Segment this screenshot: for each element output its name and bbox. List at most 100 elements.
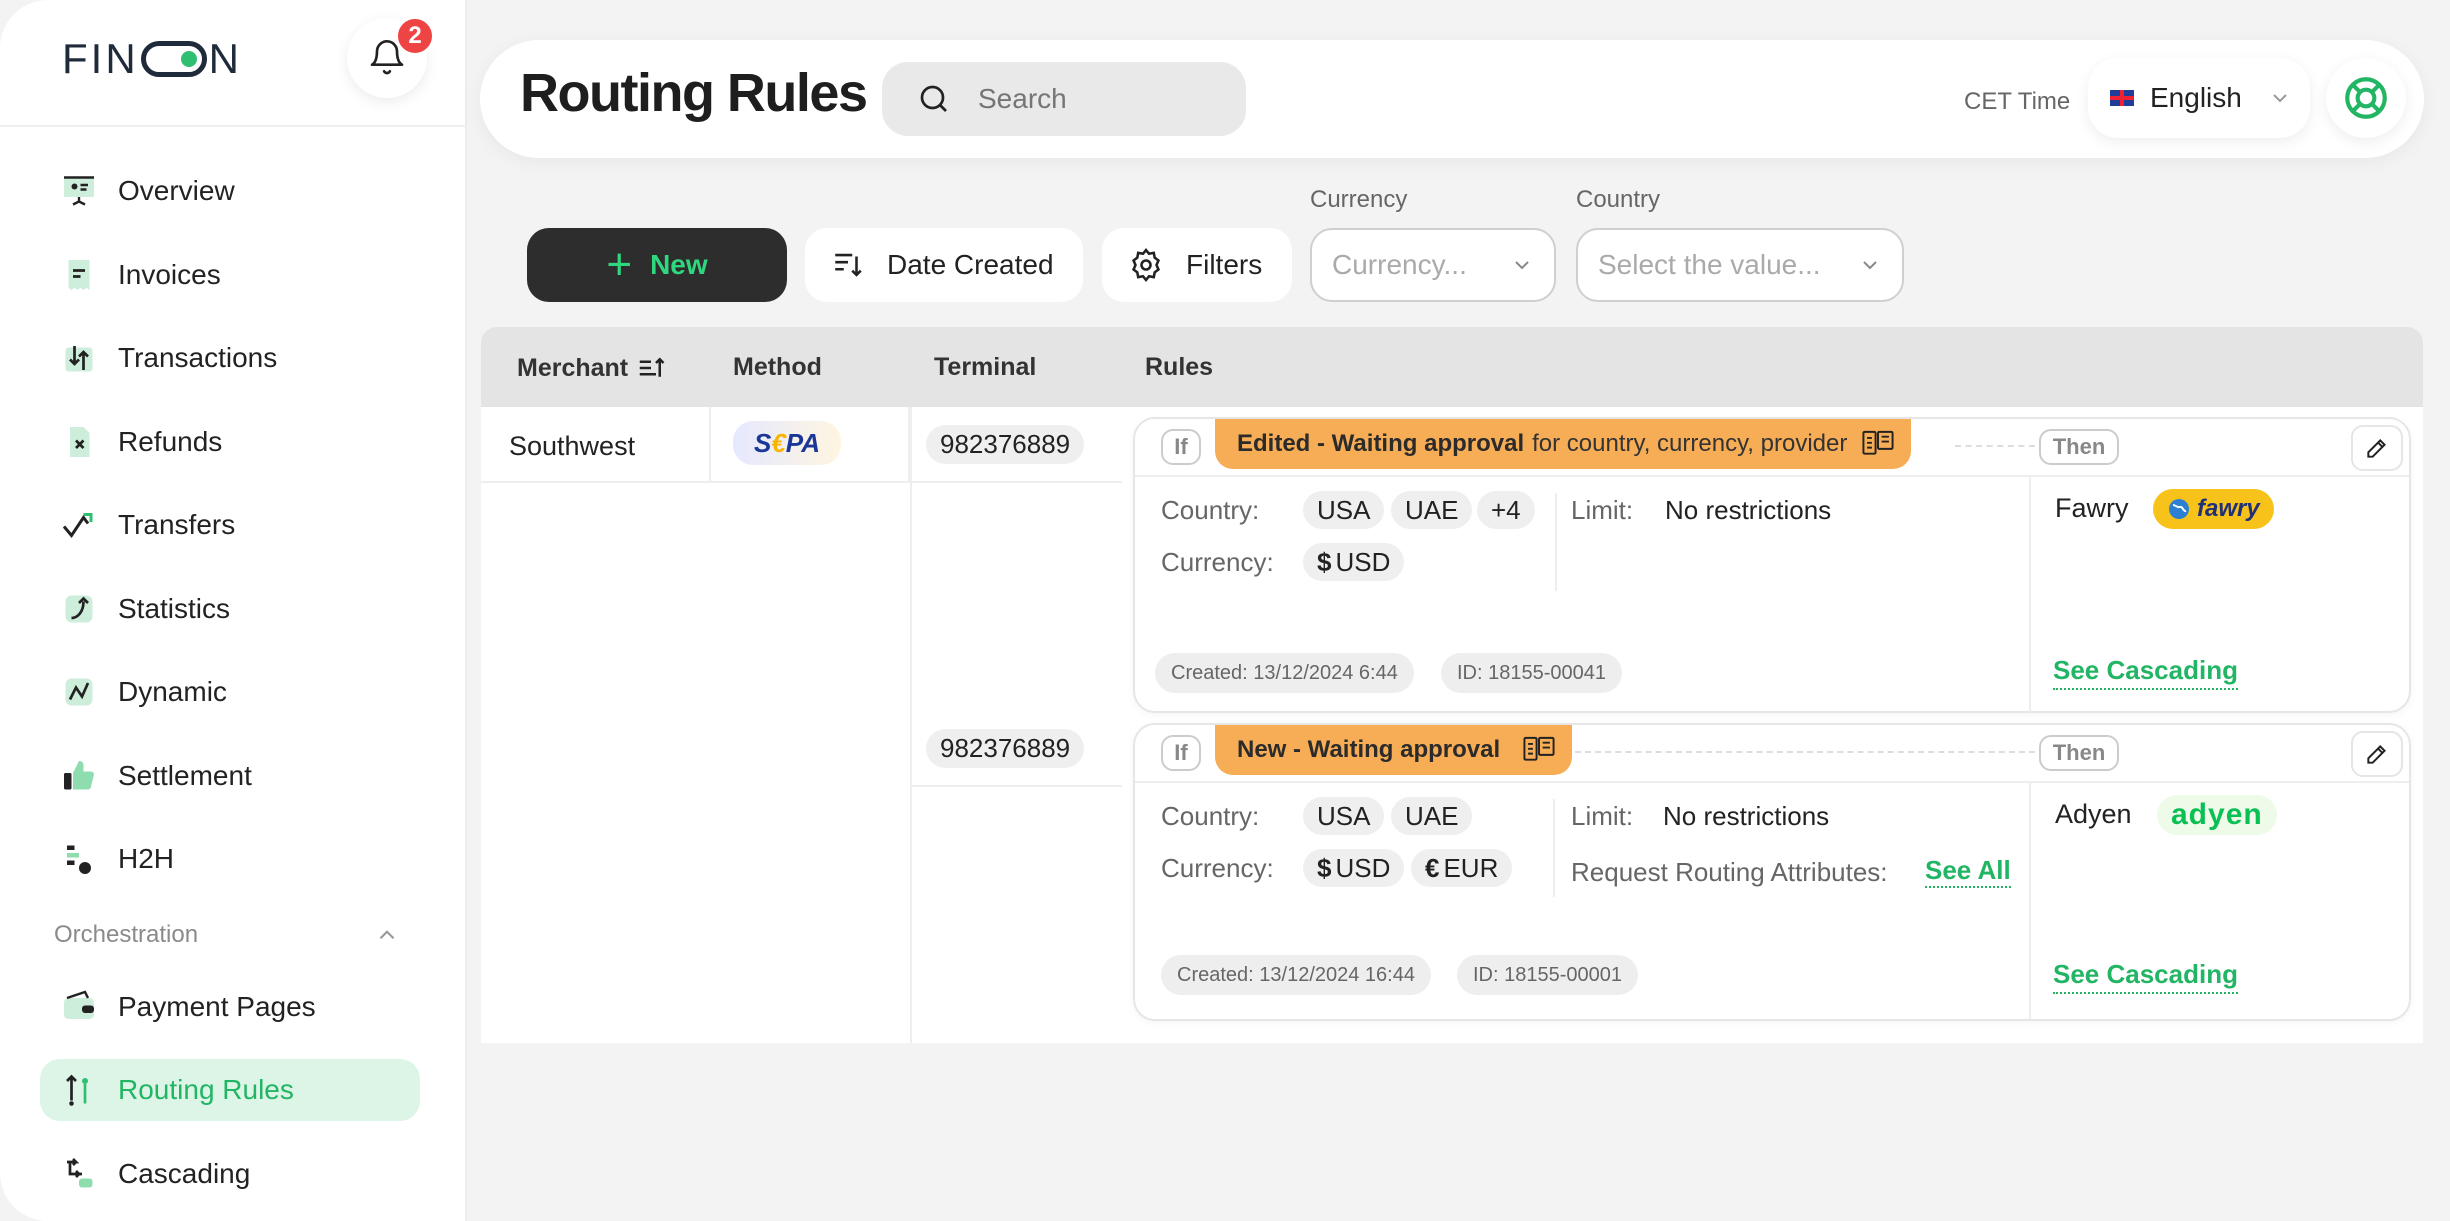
then-chip: Then — [2039, 429, 2119, 465]
currency-code: EUR — [1443, 852, 1499, 883]
transactions-icon — [60, 339, 98, 377]
then-chip: Then — [2039, 735, 2119, 771]
chevron-down-icon — [1515, 261, 1529, 270]
status-badge[interactable]: Edited - Waiting approval for country, c… — [1215, 419, 1912, 469]
status-title: Edited - Waiting approval — [1237, 430, 1525, 457]
divider — [1553, 799, 1555, 897]
sort-date-created-button[interactable]: Date Created — [805, 228, 1083, 302]
sidebar-item-routing-rules[interactable]: Routing Rules — [40, 1059, 420, 1121]
sidebar-item-label: Settlement — [118, 759, 252, 791]
logo-text-right: N — [208, 35, 242, 82]
adyen-logo: adyen — [2157, 795, 2277, 835]
limit-value: No restrictions — [1665, 495, 1832, 525]
currency-code: USD — [1335, 852, 1391, 883]
if-chip: If — [1161, 735, 1201, 771]
sidebar-item-h2h[interactable]: H2H — [40, 828, 420, 890]
wallet-icon — [60, 988, 98, 1026]
edit-rule-button[interactable] — [2351, 425, 2403, 471]
see-all-link[interactable]: See All — [1925, 855, 2011, 888]
pencil-icon — [2367, 439, 2386, 458]
method-cell[interactable]: S € PA — [711, 407, 910, 483]
country-label: Country: — [1161, 495, 1260, 525]
country-chip: UAE — [1391, 491, 1473, 529]
chevron-down-icon — [2273, 94, 2287, 103]
limit-value: No restrictions — [1663, 801, 1830, 831]
finon-logo[interactable]: FIN N — [62, 35, 242, 82]
status-badge[interactable]: New - Waiting approval — [1215, 725, 1573, 775]
sidebar-nav: Overview Invoices Transactions Refunds T… — [40, 160, 420, 1221]
column-header-terminal[interactable]: Terminal — [934, 353, 1036, 382]
document-icon — [1522, 735, 1556, 765]
sidebar-item-cascading[interactable]: Cascading — [40, 1143, 420, 1205]
currency-placeholder: Currency... — [1332, 249, 1467, 280]
notification-count-badge: 2 — [395, 16, 435, 56]
provider-name: Fawry — [2055, 493, 2129, 523]
column-header-merchant[interactable]: Merchant — [517, 353, 666, 383]
rule-card-header: If Edited - Waiting approval for country… — [1135, 419, 2409, 477]
language-selector[interactable]: English — [2088, 58, 2310, 138]
sidebar-item-transactions[interactable]: Transactions — [40, 327, 420, 389]
column-header-rules[interactable]: Rules — [1145, 353, 1213, 382]
routing-icon — [60, 1071, 98, 1109]
status-detail: for country, currency, provider — [1532, 430, 1848, 457]
sidebar-item-transfers[interactable]: Transfers — [40, 494, 420, 556]
notifications-button[interactable]: 2 — [347, 16, 435, 98]
see-cascading-link[interactable]: See Cascading — [2053, 655, 2238, 690]
rule-id: ID: 18155-00001 — [1457, 955, 1639, 995]
support-button[interactable] — [2326, 58, 2406, 138]
sidebar-item-label: Routing Rules — [118, 1074, 294, 1105]
new-button-label: New — [650, 249, 708, 280]
search-input[interactable] — [978, 83, 1218, 115]
search-box[interactable] — [882, 62, 1246, 136]
see-cascading-link[interactable]: See Cascading — [2053, 959, 2238, 994]
terminal-id: 982376889 — [926, 729, 1085, 768]
sidebar-item-label: Invoices — [118, 258, 221, 290]
limit-label: Limit: — [1571, 495, 1634, 525]
terminal-cell[interactable]: 982376889 — [912, 407, 1122, 483]
terminal-cell[interactable]: 982376889 — [912, 711, 1122, 787]
chevron-down-icon — [1863, 261, 1877, 270]
sidebar-item-label: Transactions — [118, 342, 278, 373]
document-icon — [1861, 429, 1895, 459]
sidebar-item-label: Dynamic — [118, 676, 227, 707]
sidebar-item-overview[interactable]: Overview — [40, 160, 420, 222]
page-title: Routing Rules — [520, 63, 868, 123]
sidebar-item-settlement[interactable]: Settlement — [40, 745, 420, 807]
rule-card[interactable]: If Edited - Waiting approval for country… — [1133, 417, 2411, 713]
column-header-label: Method — [733, 353, 822, 381]
section-orchestration-toggle[interactable]: Orchestration — [40, 912, 420, 958]
currency-chip: $ USD — [1303, 543, 1405, 581]
sidebar-item-dynamic[interactable]: Dynamic — [40, 661, 420, 723]
edit-rule-button[interactable] — [2351, 731, 2403, 777]
adyen-logo-text: adyen — [2171, 798, 2263, 831]
sidebar-item-statistics[interactable]: Statistics — [40, 578, 420, 640]
filters-button[interactable]: Filters — [1102, 228, 1292, 302]
sidebar-item-invoices[interactable]: Invoices — [40, 244, 420, 306]
rule-card[interactable]: If New - Waiting approval Then Country: … — [1133, 723, 2411, 1021]
currency-filter-select[interactable]: Currency... — [1310, 228, 1556, 302]
created-date: Created: 13/12/2024 16:44 — [1161, 955, 1431, 995]
status-title: New - Waiting approval — [1237, 736, 1501, 763]
sidebar-item-refunds[interactable]: Refunds — [40, 411, 420, 473]
gear-icon — [1128, 247, 1164, 283]
new-rule-button[interactable]: + New — [527, 228, 787, 302]
country-more-chip[interactable]: +4 — [1477, 491, 1535, 529]
uk-flag-icon — [2110, 90, 2134, 106]
connector-line — [1955, 445, 2035, 447]
column-header-method[interactable]: Method — [733, 353, 822, 382]
sidebar-item-label: Refunds — [118, 425, 223, 457]
thumb-up-icon — [60, 757, 98, 795]
sepa-logo-text: PA — [785, 427, 820, 458]
sidebar-item-payment-pages[interactable]: Payment Pages — [40, 976, 420, 1038]
sidebar-item-label: Overview — [118, 175, 235, 206]
h2h-icon — [60, 840, 98, 878]
merchant-cell[interactable]: Southwest — [481, 407, 711, 483]
country-filter-select[interactable]: Select the value... — [1576, 228, 1904, 302]
plus-icon: + — [606, 240, 633, 289]
pencil-icon — [2367, 745, 2386, 764]
country-chip: USA — [1303, 491, 1385, 529]
country-chip: USA — [1303, 797, 1385, 835]
lifebuoy-icon — [2345, 77, 2387, 119]
fawry-logo-text: fawry — [2197, 495, 2260, 522]
connector-line — [1575, 751, 2035, 753]
